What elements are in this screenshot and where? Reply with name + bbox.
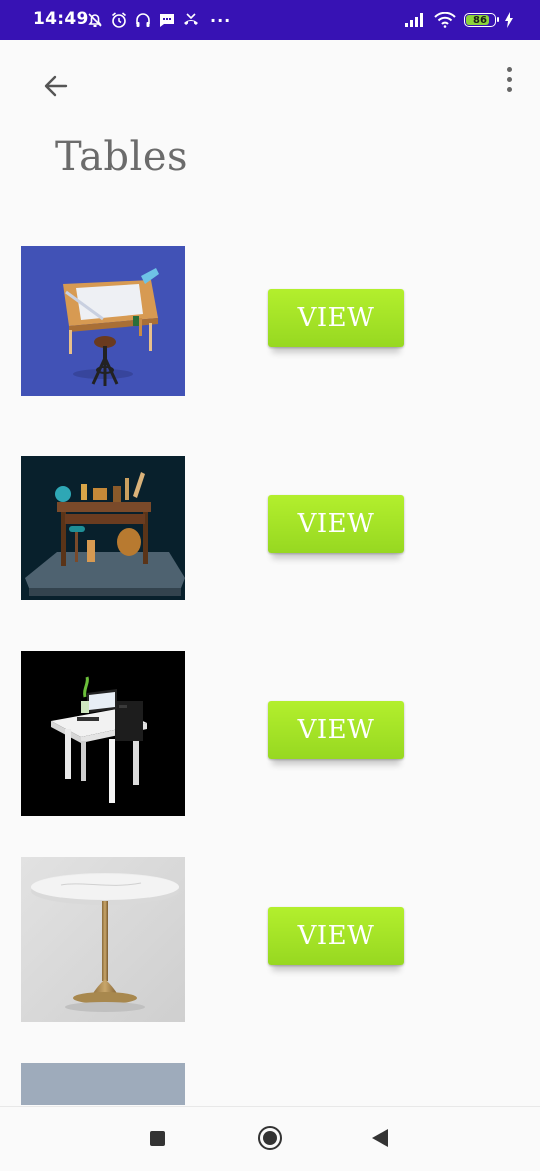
missed-call-icon xyxy=(184,13,198,25)
notification-icons: ··· xyxy=(86,8,231,32)
marble-round-table-image xyxy=(21,857,185,1022)
headphones-icon xyxy=(136,13,150,27)
view-button[interactable]: VIEW xyxy=(268,495,404,553)
battery-icon: 86 xyxy=(464,13,499,27)
list-item: VIEW xyxy=(0,456,540,626)
back-triangle-icon[interactable] xyxy=(372,1129,388,1147)
charging-icon xyxy=(505,12,513,28)
status-time: 14:49 xyxy=(33,9,89,29)
list-item: VIEW xyxy=(0,651,540,821)
view-button[interactable]: VIEW xyxy=(268,289,404,347)
more-vertical-icon xyxy=(506,66,512,72)
status-bar: 14:49 ··· 86 xyxy=(0,0,540,40)
home-icon[interactable] xyxy=(258,1126,282,1150)
drafting-table-image xyxy=(21,246,185,396)
battery-level: 86 xyxy=(473,14,487,26)
more-options-button[interactable] xyxy=(494,62,524,96)
navigation-bar xyxy=(0,1106,540,1171)
list-item: VIEW xyxy=(0,857,540,1027)
list-item-image-partial xyxy=(21,1063,185,1105)
workshop-table-image xyxy=(21,456,185,600)
alarm-icon xyxy=(111,12,127,28)
arrow-left-icon xyxy=(44,75,68,97)
page-title: Tables xyxy=(55,134,189,180)
view-button[interactable]: VIEW xyxy=(268,701,404,759)
computer-desk-image xyxy=(21,651,185,816)
back-button[interactable] xyxy=(36,66,76,106)
signal-icon xyxy=(405,13,423,27)
muted-notification-icon xyxy=(88,13,102,27)
recent-apps-icon[interactable] xyxy=(150,1131,165,1146)
system-indicators: 86 xyxy=(404,8,514,32)
wifi-icon xyxy=(434,12,456,28)
message-icon xyxy=(160,14,174,27)
more-notifications-icon: ··· xyxy=(210,10,232,30)
view-button[interactable]: VIEW xyxy=(268,907,404,965)
list-item: VIEW xyxy=(0,246,540,416)
